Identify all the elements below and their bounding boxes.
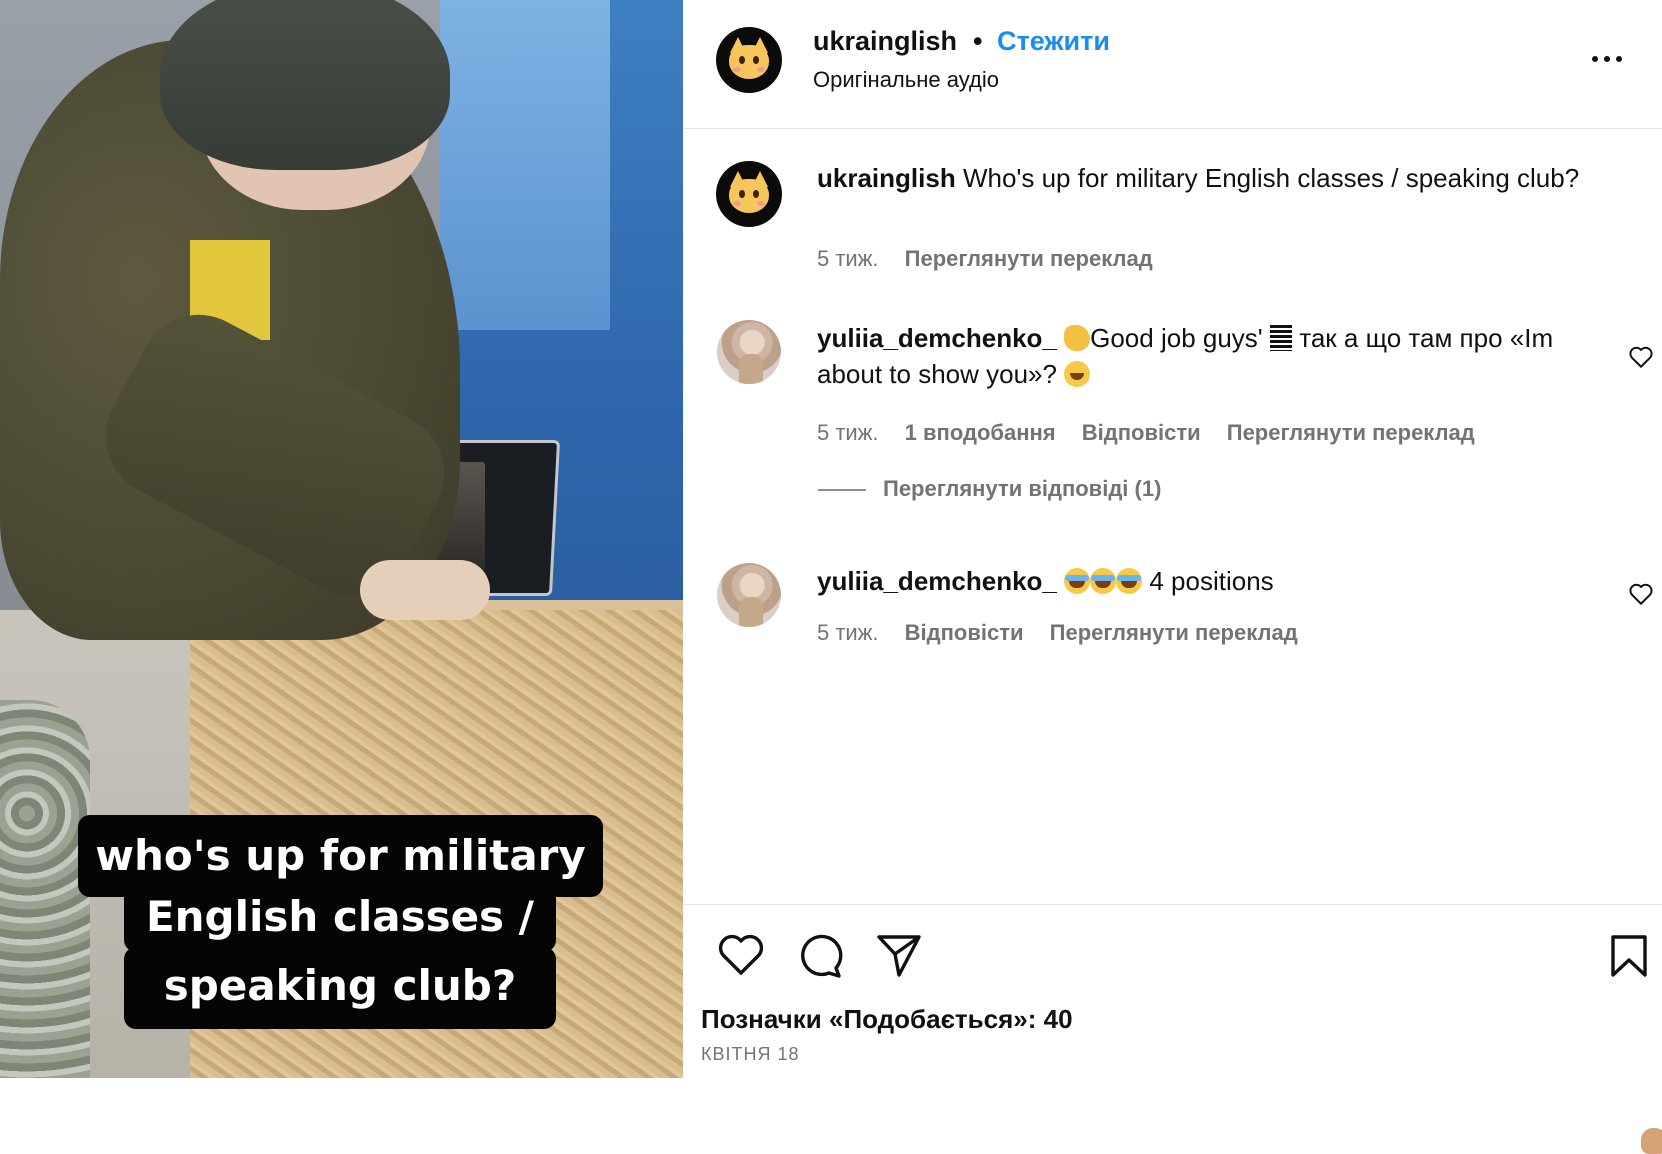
vulcan-salute-emoji-icon (1640, 1128, 1662, 1154)
comment-2-reply-button[interactable]: Відповісти (905, 620, 1024, 645)
comment-1-likes[interactable]: 1 вподобання (905, 420, 1056, 445)
caption-username[interactable]: ukrainglish (817, 163, 956, 193)
comment-2-meta: 5 тиж. Відповісти Переглянути переклад (817, 620, 1298, 646)
clapping-emoji-icon (1064, 325, 1091, 351)
share-paper-plane-icon[interactable] (875, 932, 923, 978)
replies-line (818, 489, 866, 491)
comment-1-text: yuliia_demchenko_ Good job guys' так а щ… (817, 320, 1577, 392)
comment-1-like-heart-icon[interactable] (1628, 345, 1654, 369)
tears-of-joy-emoji-icon (1090, 568, 1117, 594)
comment-2-body: 4 positions (1149, 566, 1274, 596)
video-light-wall (440, 0, 610, 330)
post-caption: ukrainglish Who's up for military Englis… (817, 160, 1597, 196)
comment-2-username[interactable]: yuliia_demchenko_ (817, 566, 1057, 596)
tears-of-joy-emoji-icon (1116, 568, 1143, 594)
comment-1-translate-link[interactable]: Переглянути переклад (1227, 420, 1475, 445)
commenter-avatar[interactable] (717, 563, 781, 627)
caption-translate-link[interactable]: Переглянути переклад (905, 246, 1153, 271)
comment-2-translate-link[interactable]: Переглянути переклад (1050, 620, 1298, 645)
header-separator: • (973, 26, 983, 56)
comment-1-reply-button[interactable]: Відповісти (1082, 420, 1201, 445)
caption-text: Who's up for military English classes / … (962, 163, 1580, 193)
bars-glyph-icon (1270, 325, 1292, 351)
header-divider (683, 128, 1662, 129)
commenter-avatar[interactable] (717, 320, 781, 384)
comment-icon[interactable] (796, 932, 844, 980)
caption-meta: 5 тиж. Переглянути переклад (817, 246, 1153, 272)
caption-author-avatar[interactable] (716, 161, 782, 227)
author-avatar[interactable] (716, 27, 782, 93)
comment-2-text: yuliia_demchenko_ 4 positions (817, 563, 1662, 1154)
video-soldier-hand (360, 560, 490, 620)
reel-video[interactable]: who's up for military English classes / … (0, 0, 683, 1078)
comment-1-text-part1: Good job guys' (1090, 323, 1263, 353)
video-caption-line-2: English classes / (124, 882, 556, 952)
actions-divider (683, 904, 1662, 905)
comment-2-like-heart-icon[interactable] (1628, 582, 1654, 606)
follow-button[interactable]: Стежити (997, 26, 1110, 57)
video-caption-line-3: speaking club? (124, 947, 556, 1029)
tears-of-joy-emoji-icon (1064, 568, 1091, 594)
comment-1-time: 5 тиж. (817, 420, 879, 445)
more-options-icon[interactable] (1588, 46, 1628, 70)
save-bookmark-icon[interactable] (1609, 933, 1649, 979)
comment-1-username[interactable]: yuliia_demchenko_ (817, 323, 1057, 353)
grinning-emoji-icon (1064, 361, 1091, 387)
view-replies-button[interactable]: Переглянути відповіді (1) (883, 476, 1161, 502)
video-camo-figure (0, 700, 90, 1078)
video-soldier-hat (160, 0, 450, 170)
post-date: КВІТНЯ 18 (701, 1044, 800, 1064)
original-audio-link[interactable]: Оригінальне аудіо (813, 67, 999, 93)
caption-time: 5 тиж. (817, 246, 879, 271)
likes-count[interactable]: Позначки «Подобається»: 40 (701, 1004, 1073, 1035)
header-username[interactable]: ukrainglish (813, 26, 957, 57)
like-heart-icon[interactable] (717, 933, 765, 977)
comment-1-meta: 5 тиж. 1 вподобання Відповісти Перегляну… (817, 420, 1475, 446)
comment-2-time: 5 тиж. (817, 620, 879, 645)
post-details-panel: ukrainglish • Стежити Оригінальне аудіо … (683, 0, 1662, 1154)
